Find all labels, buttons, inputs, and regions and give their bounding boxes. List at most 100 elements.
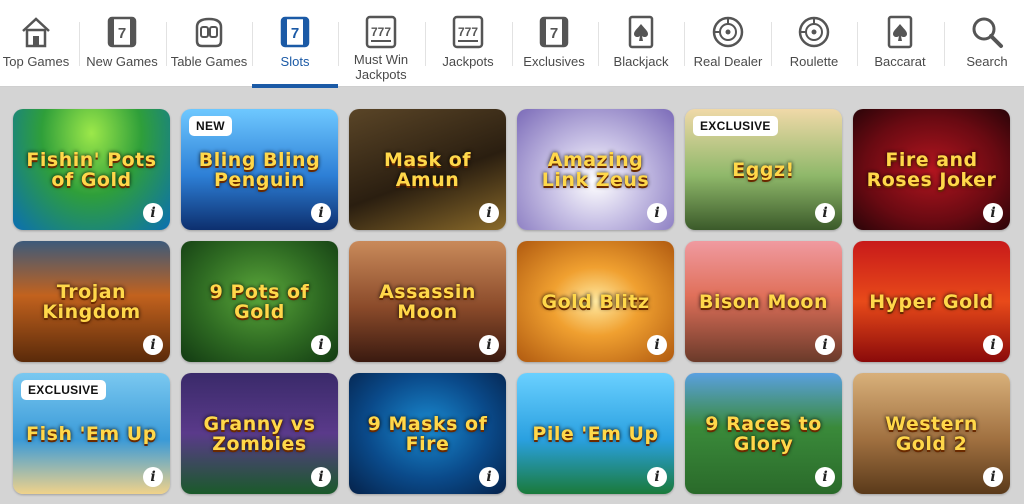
info-icon[interactable]: i	[983, 203, 1003, 223]
nav-item-label: Must Win Jackpots	[353, 52, 409, 82]
game-title: Granny vs Zombies	[203, 412, 316, 455]
nav-item-label: Real Dealer	[693, 54, 763, 69]
nav-item-label: Slots	[280, 54, 310, 69]
game-title: Fish 'Em Up	[26, 422, 157, 445]
info-icon[interactable]: i	[815, 203, 835, 223]
info-icon[interactable]: i	[983, 467, 1003, 487]
game-tile[interactable]: 9 Pots of Gold i	[181, 241, 338, 362]
game-title: Eggz!	[732, 158, 795, 181]
game-tile[interactable]: Granny vs Zombies i	[181, 373, 338, 494]
roulette-wheel-icon	[794, 14, 834, 50]
svg-text:7: 7	[291, 25, 299, 42]
roulette-wheel-icon	[708, 14, 748, 50]
nav-item-real-dealer[interactable]: Real Dealer	[685, 0, 771, 87]
info-icon[interactable]: i	[311, 335, 331, 355]
nav-item-jackpots[interactable]: 777 Jackpots	[425, 0, 511, 87]
category-nav: Top Games 7 New Games Table Games 7 Slots 777 M…	[0, 0, 1024, 88]
info-icon[interactable]: i	[311, 467, 331, 487]
game-title: 9 Races to Glory	[705, 412, 822, 455]
nav-item-label: New Games	[86, 54, 158, 69]
game-title: Fishin' Pots of Gold	[26, 148, 157, 191]
game-title: Bling Bling Penguin	[198, 148, 321, 191]
game-title: Amazing Link Zeus	[541, 148, 650, 191]
game-grid: Fishin' Pots of Gold i Bling Bling Penguin…	[0, 88, 1024, 504]
nav-item-label: Roulette	[789, 54, 839, 69]
slot-machine-icon	[189, 14, 229, 50]
info-icon[interactable]: i	[647, 335, 667, 355]
search-icon	[967, 14, 1007, 50]
nav-item-label: Baccarat	[874, 54, 926, 69]
nav-item-label: Exclusives	[523, 54, 585, 69]
nav-item-label: Blackjack	[613, 54, 669, 69]
game-tile[interactable]: Pile 'Em Up i	[517, 373, 674, 494]
nav-item-roulette[interactable]: Roulette	[771, 0, 857, 87]
info-icon[interactable]: i	[815, 467, 835, 487]
info-icon[interactable]: i	[647, 203, 667, 223]
game-tile[interactable]: Western Gold 2i	[853, 373, 1010, 494]
game-tile[interactable]: Assassin Moon i	[349, 241, 506, 362]
nav-item-label: Jackpots	[442, 54, 494, 69]
game-tile[interactable]: Fire and Roses Joker i	[853, 109, 1010, 230]
game-badge: EXCLUSIVE	[693, 116, 778, 136]
home-icon	[16, 14, 56, 50]
game-badge: NEW	[189, 116, 232, 136]
nav-item-search[interactable]: Search	[944, 0, 1024, 87]
game-title: 9 Masks of Fire	[367, 412, 488, 455]
nav-item-new-games[interactable]: 7 New Games	[79, 0, 165, 87]
nav-item-table-games[interactable]: Table Games	[166, 0, 252, 87]
game-title: Western Gold 2	[885, 412, 978, 455]
triple-seven-icon: 777	[361, 14, 401, 50]
nav-item-top-games[interactable]: Top Games	[0, 0, 79, 87]
game-title: Hyper Gold	[869, 290, 994, 313]
game-tile[interactable]: 9 Masks of Fire i	[349, 373, 506, 494]
svg-text:777: 777	[371, 25, 391, 39]
info-icon[interactable]: i	[479, 203, 499, 223]
info-icon[interactable]: i	[479, 335, 499, 355]
game-tile[interactable]: Gold Blitz i	[517, 241, 674, 362]
nav-item-slots[interactable]: 7 Slots	[252, 0, 338, 87]
game-tile[interactable]: Fish 'Em Up EXCLUSIVE i	[13, 373, 170, 494]
game-badge: EXCLUSIVE	[21, 380, 106, 400]
nav-item-label: Search	[966, 54, 1008, 69]
svg-text:777: 777	[458, 25, 478, 39]
game-tile[interactable]: Bling Bling Penguin NEW i	[181, 109, 338, 230]
playing-card-icon	[880, 14, 920, 50]
nav-item-baccarat[interactable]: Baccarat	[857, 0, 943, 87]
svg-text:7: 7	[118, 25, 126, 42]
info-icon[interactable]: i	[143, 467, 163, 487]
nav-item-label: Table Games	[170, 54, 248, 69]
info-icon[interactable]: i	[983, 335, 1003, 355]
game-title: Fire and Roses Joker	[866, 148, 997, 191]
game-tile[interactable]: 9 Races to Glory i	[685, 373, 842, 494]
info-icon[interactable]: i	[479, 467, 499, 487]
nav-item-label: Top Games	[2, 54, 70, 69]
game-title: Bison Moon	[698, 290, 829, 313]
info-icon[interactable]: i	[143, 335, 163, 355]
nav-item-blackjack[interactable]: Blackjack	[598, 0, 684, 87]
game-title: Assassin Moon	[379, 280, 476, 323]
game-tile[interactable]: Hyper Gold i	[853, 241, 1010, 362]
game-title: Mask of Amun	[383, 148, 472, 191]
triple-seven-icon: 777	[448, 14, 488, 50]
game-title: Trojan Kingdom	[42, 280, 141, 323]
slot-seven-icon: 7	[275, 14, 315, 50]
game-tile[interactable]: Eggz! EXCLUSIVE i	[685, 109, 842, 230]
svg-text:7: 7	[550, 25, 558, 42]
info-icon[interactable]: i	[647, 467, 667, 487]
game-title: Gold Blitz	[541, 290, 650, 313]
info-icon[interactable]: i	[311, 203, 331, 223]
game-tile[interactable]: Trojan Kingdom i	[13, 241, 170, 362]
info-icon[interactable]: i	[143, 203, 163, 223]
game-title: Pile 'Em Up	[532, 422, 659, 445]
slot-seven-icon: 7	[534, 14, 574, 50]
playing-card-icon	[621, 14, 661, 50]
game-title: 9 Pots of Gold	[209, 280, 310, 323]
nav-item-must-win-jackpots[interactable]: 777 Must Win Jackpots	[338, 0, 424, 87]
game-tile[interactable]: Amazing Link Zeus i	[517, 109, 674, 230]
game-tile[interactable]: Fishin' Pots of Gold i	[13, 109, 170, 230]
slot-seven-icon: 7	[102, 14, 142, 50]
nav-item-exclusives[interactable]: 7 Exclusives	[511, 0, 597, 87]
game-tile[interactable]: Bison Moon i	[685, 241, 842, 362]
game-tile[interactable]: Mask of Amun i	[349, 109, 506, 230]
info-icon[interactable]: i	[815, 335, 835, 355]
